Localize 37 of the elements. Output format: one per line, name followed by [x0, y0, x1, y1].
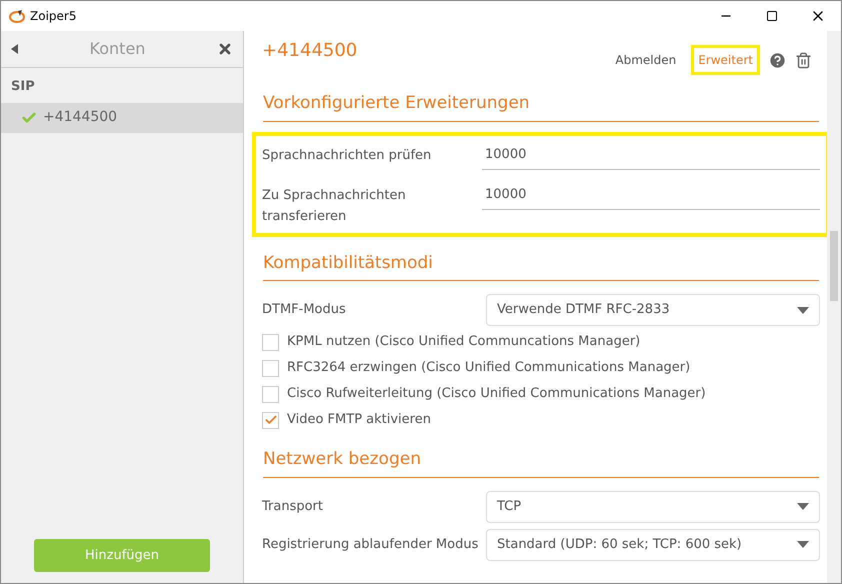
checkbox-label: Cisco Rufweiterleitung (Cisco Unified Communications Manager) — [287, 385, 706, 404]
maximize-icon — [766, 10, 778, 22]
account-title: +4144500 — [262, 38, 358, 62]
back-arrow-icon[interactable] — [11, 44, 18, 54]
input-field[interactable]: 10000 — [482, 142, 820, 170]
field-label: Zu Sprachnachrichten transferieren — [262, 186, 407, 226]
checkbox[interactable] — [262, 412, 279, 428]
sidebar-title: Konten — [88, 38, 146, 60]
app-logo-icon — [9, 9, 25, 23]
field-label: DTMF-Modus — [262, 301, 347, 320]
dropdown-arrow-icon — [797, 503, 809, 510]
group-label: SIP — [10, 78, 36, 96]
check-icon — [264, 413, 278, 427]
account-item[interactable]: +4144500 — [1, 102, 243, 132]
section-title: Netzwerk bezogen — [263, 447, 819, 478]
section-title: Kompatibilitätsmodi — [263, 250, 819, 281]
section-title: Vorkonfigurierte Erweiterungen — [263, 91, 819, 122]
checkbox-label: RFC3264 erzwingen (Cisco Unified Communications Manager) — [287, 359, 690, 378]
dropdown[interactable]: Standard (UDP: 60 sek; TCP: 600 sek) — [486, 528, 820, 560]
checkbox-label: KPML nutzen (Cisco Unified Communcations Manager) — [287, 333, 640, 352]
header-link[interactable]: Abmelden — [608, 45, 684, 75]
checkbox-label: Video FMTP aktivieren — [287, 411, 431, 430]
field-label: Transport — [262, 498, 324, 516]
help-icon[interactable] — [768, 50, 787, 70]
dropdown-arrow-icon — [797, 306, 809, 314]
field-label: Registrierung ablaufender Modus — [262, 536, 480, 554]
dropdown[interactable]: Verwende DTMF RFC-2833 — [486, 294, 820, 326]
window-title: Zoiper5 — [30, 8, 76, 25]
checkbox[interactable] — [262, 386, 279, 402]
dropdown-arrow-icon — [797, 541, 809, 548]
checkbox[interactable] — [262, 334, 279, 350]
dropdown[interactable]: TCP — [486, 490, 820, 522]
checkbox[interactable] — [262, 360, 279, 376]
field-label: Sprachnachrichten prüfen — [262, 146, 432, 164]
close-icon[interactable] — [217, 41, 233, 57]
input-field[interactable]: 10000 — [482, 182, 820, 210]
delete-icon[interactable] — [795, 52, 812, 68]
